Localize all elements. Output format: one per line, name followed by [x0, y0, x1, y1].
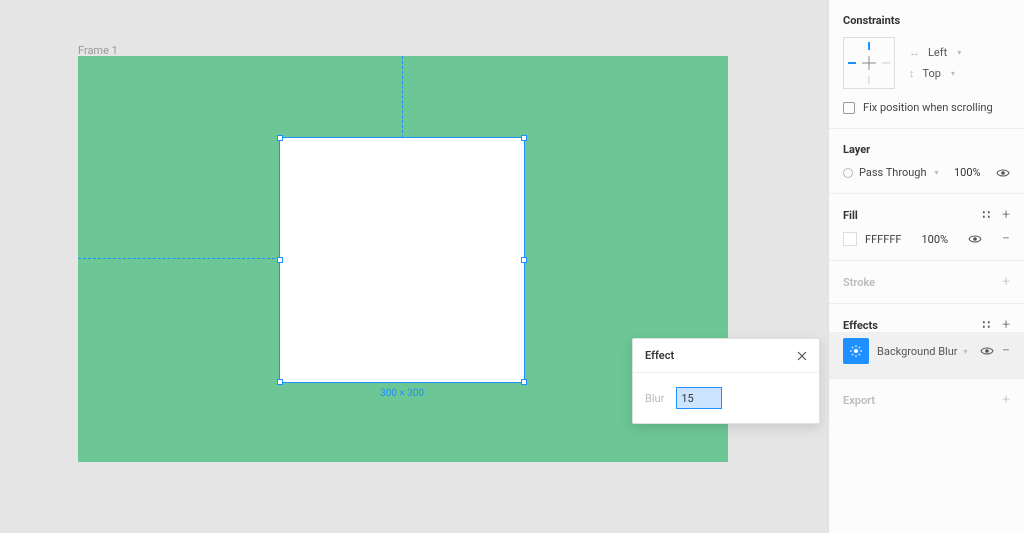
- constraints-section: Constraints ↔ Left ▾ ↕ Top ▾ F: [829, 0, 1024, 129]
- vertical-arrow-icon: ↕: [909, 67, 915, 80]
- selected-rectangle[interactable]: [280, 138, 524, 382]
- export-section: Export +: [829, 379, 1024, 421]
- resize-handle-tl[interactable]: [277, 135, 283, 141]
- stroke-section: Stroke +: [829, 261, 1024, 304]
- fix-position-label: Fix position when scrolling: [863, 101, 993, 114]
- effect-type-value: Background Blur: [877, 345, 958, 358]
- fill-hex-input[interactable]: FFFFFF: [865, 233, 901, 246]
- effects-section: Effects ∷ + Background Blur ▾ −: [829, 304, 1024, 379]
- constraints-title: Constraints: [843, 14, 1010, 27]
- add-export-icon[interactable]: +: [1002, 393, 1010, 407]
- add-stroke-icon[interactable]: +: [1002, 275, 1010, 289]
- effect-type-select[interactable]: Background Blur ▾: [877, 345, 972, 358]
- fix-position-checkbox[interactable]: [843, 102, 855, 114]
- blend-mode-value: Pass Through: [859, 166, 927, 179]
- dimensions-label: 300 × 300: [280, 388, 524, 399]
- visibility-icon[interactable]: [996, 168, 1010, 178]
- chevron-down-icon: ▾: [935, 168, 939, 177]
- layer-title: Layer: [843, 143, 1010, 156]
- chevron-down-icon: ▾: [951, 69, 955, 78]
- fill-visibility-icon[interactable]: [968, 234, 982, 244]
- resize-handle-tr[interactable]: [521, 135, 527, 141]
- styles-icon[interactable]: ∷: [982, 212, 992, 218]
- remove-fill-icon[interactable]: −: [1002, 232, 1010, 246]
- resize-handle-bl[interactable]: [277, 379, 283, 385]
- effect-popover-title: Effect: [645, 349, 674, 362]
- blend-mode-icon: [843, 168, 853, 178]
- fill-section: Fill ∷ + FFFFFF 100% −: [829, 194, 1024, 261]
- constraint-vertical-select[interactable]: ↕ Top ▾: [909, 67, 961, 80]
- effect-popover: Effect Blur: [632, 338, 820, 424]
- effects-title: Effects: [843, 319, 878, 332]
- chevron-down-icon: ▾: [964, 347, 968, 356]
- guide-horizontal: [78, 258, 280, 259]
- blur-label: Blur: [645, 392, 664, 405]
- resize-handle-ml[interactable]: [277, 257, 283, 263]
- horizontal-arrow-icon: ↔: [909, 46, 920, 59]
- stroke-title: Stroke: [843, 276, 875, 289]
- layer-section: Layer Pass Through ▾ 100%: [829, 129, 1024, 194]
- remove-effect-icon[interactable]: −: [1002, 344, 1010, 358]
- effect-settings-button[interactable]: [843, 338, 869, 364]
- close-icon[interactable]: [797, 351, 807, 361]
- constraint-h-value: Left: [928, 46, 947, 59]
- effects-styles-icon[interactable]: ∷: [982, 322, 992, 328]
- guide-vertical: [402, 56, 403, 138]
- fill-swatch[interactable]: [843, 232, 857, 246]
- fill-opacity-input[interactable]: 100%: [921, 233, 948, 246]
- resize-handle-mr[interactable]: [521, 257, 527, 263]
- effect-visibility-icon[interactable]: [980, 346, 994, 356]
- resize-handle-br[interactable]: [521, 379, 527, 385]
- chevron-down-icon: ▾: [957, 48, 961, 57]
- add-effect-icon[interactable]: +: [1002, 318, 1010, 332]
- constraint-horizontal-select[interactable]: ↔ Left ▾: [909, 46, 961, 59]
- blur-input[interactable]: [676, 387, 722, 409]
- canvas-area[interactable]: Frame 1 300 × 300: [0, 0, 824, 533]
- export-title: Export: [843, 394, 875, 407]
- constraints-widget[interactable]: [843, 37, 895, 89]
- add-fill-icon[interactable]: +: [1002, 208, 1010, 222]
- blend-mode-select[interactable]: Pass Through ▾: [843, 166, 939, 179]
- fill-title: Fill: [843, 209, 858, 222]
- layer-opacity-input[interactable]: 100%: [954, 166, 981, 179]
- inspector-panel: Constraints ↔ Left ▾ ↕ Top ▾ F: [828, 0, 1024, 533]
- constraint-v-value: Top: [923, 67, 941, 80]
